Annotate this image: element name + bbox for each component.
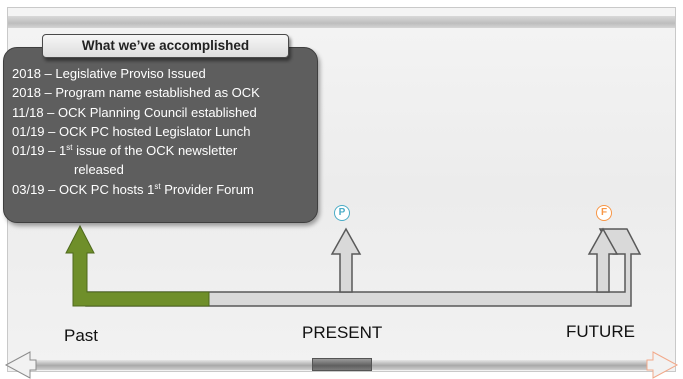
- list-item: released: [74, 162, 124, 178]
- past-arrow: [65, 224, 210, 307]
- present-arrow: [330, 227, 362, 293]
- list-item-text: 01/19 – 1: [12, 143, 67, 159]
- list-item: 2018 – Program name established as OCK: [12, 85, 260, 101]
- list-item: 01/19 – OCK PC hosted Legislator Lunch: [12, 123, 251, 139]
- present-label: PRESENT: [302, 323, 383, 342]
- list-item-text: Provider Forum: [160, 181, 254, 197]
- scroll-thumb[interactable]: [312, 358, 372, 371]
- list-item: 11/18 – OCK Planning Council established: [12, 104, 257, 120]
- future-label: FUTURE: [566, 322, 635, 341]
- panel-title: What we’ve accomplished: [42, 34, 289, 58]
- accomplishments-list: 2018 – Legislative Proviso Issued 2018 –…: [12, 64, 322, 199]
- past-label: Past: [64, 326, 99, 345]
- circle-p-icon: P: [334, 205, 350, 221]
- list-item-text: 03/19 – OCK PC hosts 1: [12, 181, 155, 197]
- list-item: 03/19 – OCK PC hosts 1st Provider Forum: [12, 180, 322, 199]
- list-item-text: issue of the OCK newsletter: [72, 143, 238, 159]
- list-item: 2018 – Legislative Proviso Issued: [12, 66, 206, 81]
- list-item: 01/19 – 1st issue of the OCK newsletter: [12, 141, 322, 160]
- circle-f-icon: F: [596, 205, 612, 221]
